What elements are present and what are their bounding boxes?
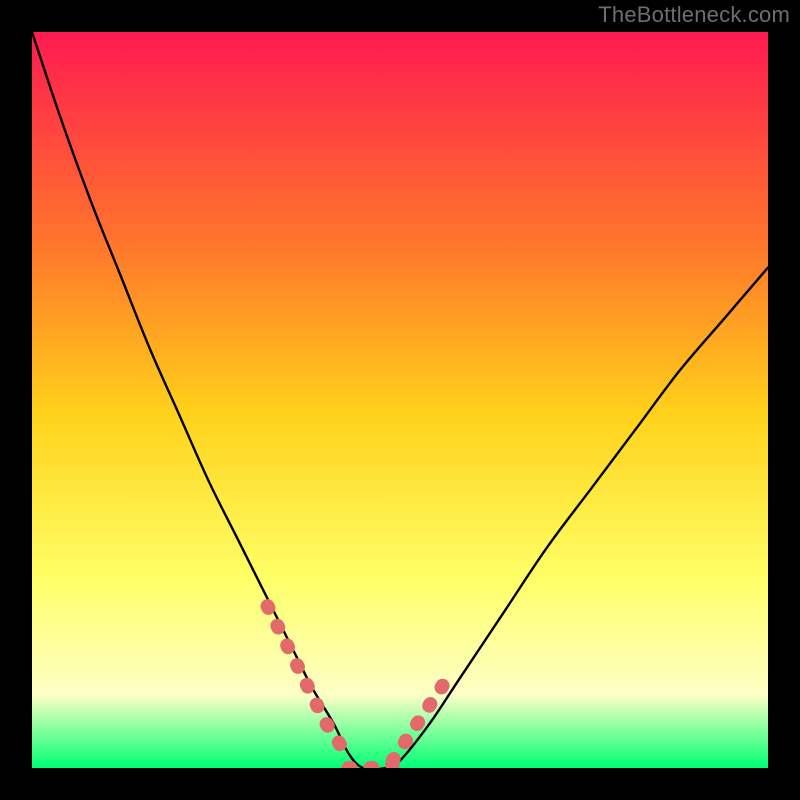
chart-svg [32, 32, 768, 768]
chart-plot [32, 32, 768, 768]
watermark-text: TheBottleneck.com [598, 2, 790, 28]
marker-segment-flat [348, 764, 392, 768]
chart-frame: TheBottleneck.com [0, 0, 800, 800]
